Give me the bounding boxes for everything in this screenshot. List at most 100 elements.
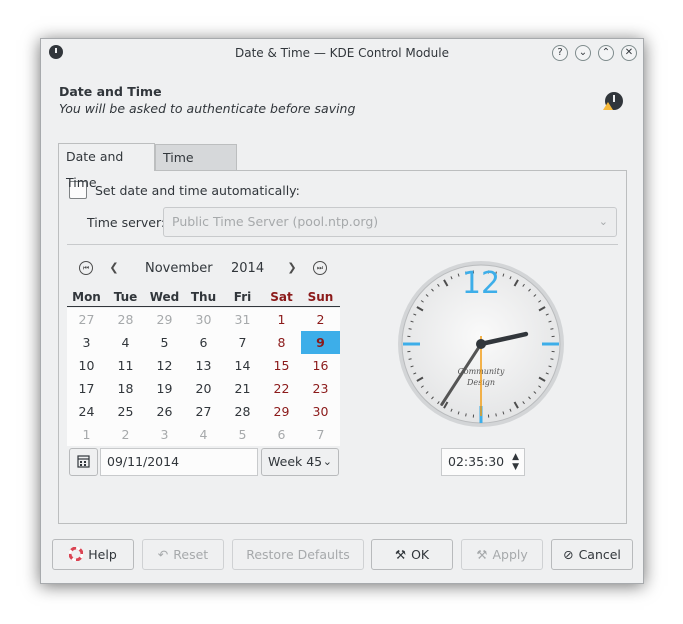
calendar-day[interactable]: 7: [223, 331, 262, 354]
calendar-day[interactable]: 1: [262, 308, 301, 331]
calendar-day[interactable]: 30: [184, 308, 223, 331]
calendar-month[interactable]: November: [145, 261, 213, 276]
calendar-day[interactable]: 3: [67, 331, 106, 354]
help-icon[interactable]: ?: [552, 45, 568, 61]
tab-date-and-time[interactable]: Date and Time: [58, 143, 155, 190]
clock-tick: [550, 358, 554, 360]
calendar-day[interactable]: 14: [223, 354, 262, 377]
time-server-select[interactable]: Public Time Server (pool.ntp.org) ⌄: [163, 207, 617, 237]
next-year-icon[interactable]: ⏭: [313, 261, 327, 275]
restore-defaults-label: Restore Defaults: [246, 547, 350, 562]
divider: [67, 244, 618, 245]
weekday-sun: Sun: [307, 290, 334, 304]
tab-time-zone[interactable]: Time Zone: [155, 144, 237, 191]
close-icon[interactable]: ✕: [621, 45, 637, 61]
calendar-day[interactable]: 5: [145, 331, 184, 354]
next-month-icon[interactable]: ❯: [285, 261, 299, 275]
clock-center: [476, 339, 486, 349]
time-value: 02:35:30: [448, 454, 505, 469]
calendar-day[interactable]: 17: [67, 377, 106, 400]
maximize-icon[interactable]: ⌃: [598, 45, 614, 61]
calendar-day[interactable]: 22: [262, 377, 301, 400]
apply-button-label: Apply: [492, 547, 528, 562]
calendar-button[interactable]: [69, 448, 98, 476]
analog-clock: 12 Community Design: [398, 261, 564, 427]
weekday-mon: Mon: [72, 290, 101, 304]
clock-marker-3: [542, 342, 559, 346]
calendar-day[interactable]: 3: [145, 423, 184, 446]
reset-button[interactable]: ↶ Reset: [142, 539, 224, 570]
titlebar[interactable]: Date & Time — KDE Control Module ? ⌄ ⌃ ✕: [41, 39, 643, 67]
calendar-day[interactable]: 23: [301, 377, 340, 400]
help-icon: [68, 540, 84, 569]
calendar-day[interactable]: 11: [106, 354, 145, 377]
cancel-icon: ⊘: [563, 547, 574, 562]
calendar-year[interactable]: 2014: [231, 261, 264, 276]
ok-button[interactable]: ⚒ OK: [371, 539, 453, 570]
previous-month-icon[interactable]: ❮: [107, 261, 121, 275]
previous-year-icon[interactable]: ⏮: [79, 261, 93, 275]
calendar-day[interactable]: 16: [301, 354, 340, 377]
cancel-button-label: Cancel: [578, 547, 621, 562]
time-server-value: Public Time Server (pool.ntp.org): [172, 214, 379, 229]
calendar-day[interactable]: 15: [262, 354, 301, 377]
calendar-grid: 27 28 29 30 31 1 2 3 4 5 6 7 8 9 10 11 12 13 14 15 16 17 18 19 2…: [67, 308, 340, 446]
clock-tick: [465, 413, 467, 417]
apply-button[interactable]: ⚒ Apply: [461, 539, 543, 570]
calendar-day[interactable]: 4: [184, 423, 223, 446]
calendar-day[interactable]: 13: [184, 354, 223, 377]
calendar-day[interactable]: 26: [145, 400, 184, 423]
calendar-day[interactable]: 8: [262, 331, 301, 354]
clock-tick: [495, 413, 497, 417]
key-icon: ⚒: [394, 547, 407, 562]
calendar-day[interactable]: 18: [106, 377, 145, 400]
calendar-day[interactable]: 6: [184, 331, 223, 354]
calendar-day[interactable]: 24: [67, 400, 106, 423]
clock-marker-9: [403, 342, 420, 346]
calendar-day[interactable]: 30: [301, 400, 340, 423]
ok-button-label: OK: [411, 547, 430, 562]
time-input[interactable]: 02:35:30 ▲ ▼: [441, 448, 525, 476]
calendar-day[interactable]: 28: [106, 308, 145, 331]
calendar-day[interactable]: 27: [184, 400, 223, 423]
clock-numeral-12: 12: [462, 266, 500, 301]
calendar-day[interactable]: 27: [67, 308, 106, 331]
clock-tick: [408, 358, 412, 360]
key-icon: ⚒: [476, 547, 488, 562]
reset-icon: ↶: [157, 547, 169, 562]
calendar-day[interactable]: 19: [145, 377, 184, 400]
week-select[interactable]: Week 45 ⌄: [261, 448, 339, 476]
calendar-day[interactable]: 29: [262, 400, 301, 423]
cancel-button[interactable]: ⊘ Cancel: [551, 539, 633, 570]
calendar-day[interactable]: 20: [184, 377, 223, 400]
calendar-day[interactable]: 1: [67, 423, 106, 446]
calendar-day[interactable]: 12: [145, 354, 184, 377]
chevron-down-icon: ⌄: [322, 455, 332, 468]
calendar-day[interactable]: 2: [106, 423, 145, 446]
date-input[interactable]: 09/11/2014: [100, 448, 258, 476]
tab-panel: Set date and time automatically: Time se…: [58, 170, 627, 524]
help-button-label: Help: [88, 547, 117, 562]
calendar-day[interactable]: 5: [223, 423, 262, 446]
calendar-day[interactable]: 4: [106, 331, 145, 354]
help-button[interactable]: Help: [52, 539, 134, 570]
calendar-day[interactable]: 7: [301, 423, 340, 446]
week-value: Week 45: [268, 454, 323, 469]
calendar-day[interactable]: 2: [301, 308, 340, 331]
calendar-day[interactable]: 29: [145, 308, 184, 331]
time-spinner[interactable]: ▲ ▼: [512, 452, 519, 472]
weekday-thu: Thu: [190, 290, 217, 304]
calendar-day[interactable]: 28: [223, 400, 262, 423]
calendar-weekday-header: Mon Tue Wed Thu Fri Sat Sun: [67, 288, 340, 307]
calendar-day[interactable]: 21: [223, 377, 262, 400]
calendar-day[interactable]: 6: [262, 423, 301, 446]
calendar-day[interactable]: 31: [223, 308, 262, 331]
calendar-day[interactable]: 25: [106, 400, 145, 423]
minimize-icon[interactable]: ⌄: [575, 45, 591, 61]
auto-time-label[interactable]: Set date and time automatically:: [95, 183, 300, 198]
calendar-day[interactable]: 10: [67, 354, 106, 377]
calendar-day[interactable]: 9: [301, 331, 340, 354]
clock-tick: [550, 328, 554, 330]
reset-button-label: Reset: [173, 547, 209, 562]
restore-defaults-button[interactable]: Restore Defaults: [232, 539, 364, 570]
